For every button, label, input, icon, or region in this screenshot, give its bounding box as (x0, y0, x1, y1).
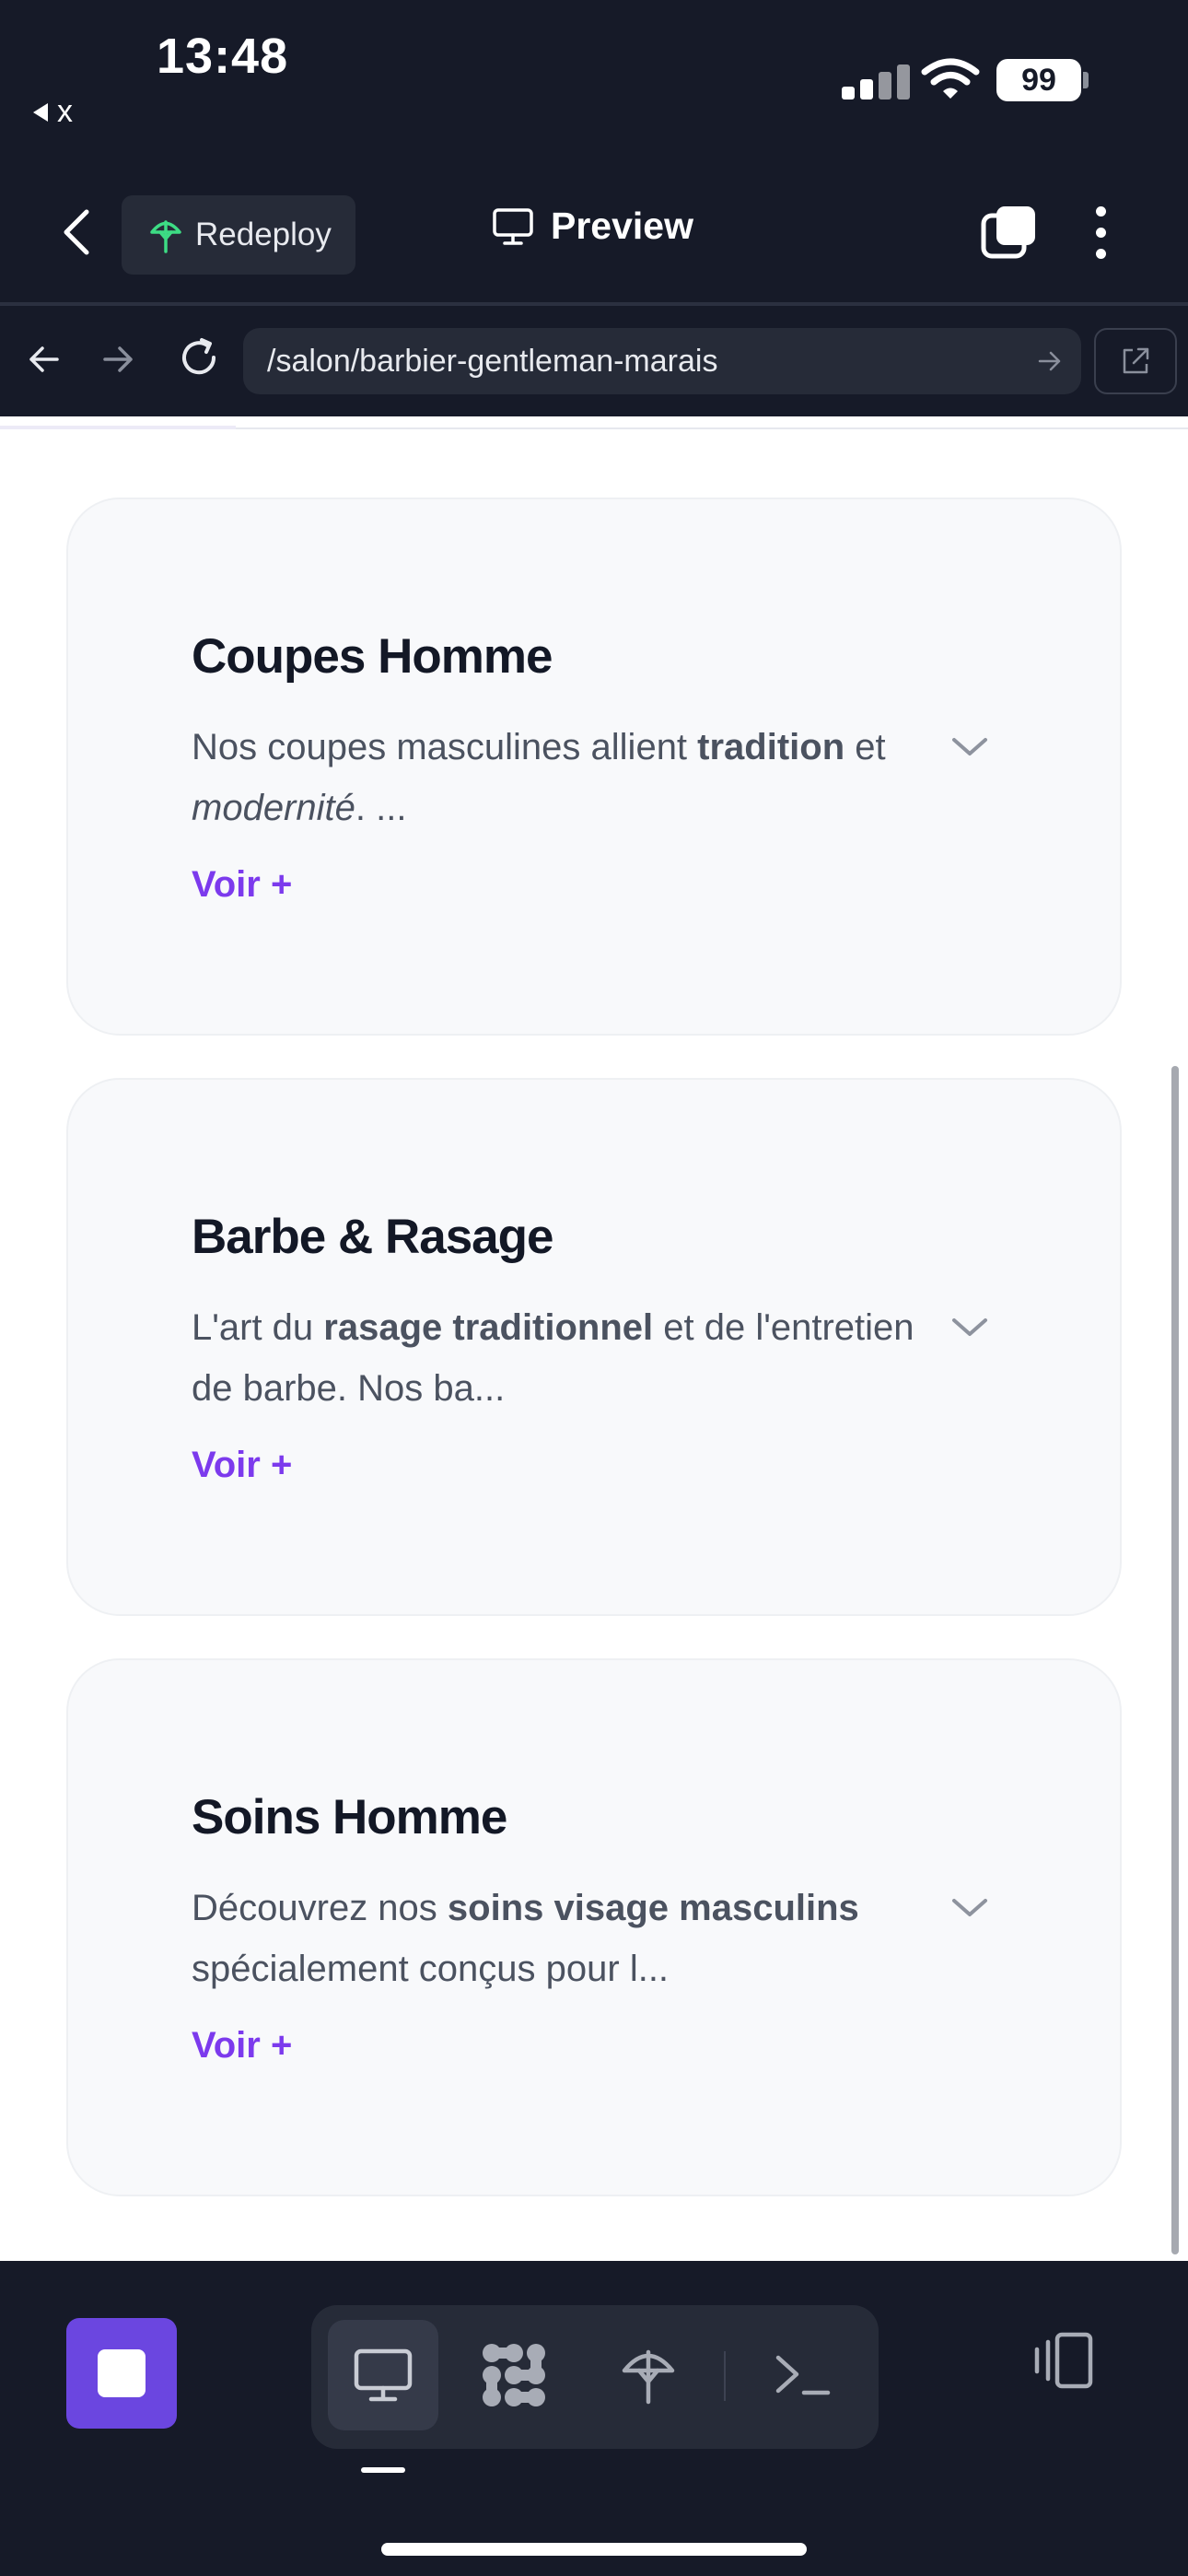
voir-plus-link[interactable]: Voir + (192, 1445, 292, 1486)
layout-toggle-icon[interactable] (1031, 2331, 1098, 2390)
monitor-icon (493, 207, 533, 245)
integrations-tool[interactable] (459, 2320, 569, 2430)
description-normal-text: spécialement conçus pour l... (192, 1949, 670, 1989)
chevron-left-icon[interactable] (61, 208, 92, 256)
external-link-icon (1123, 347, 1149, 374)
description-normal-text: . ... (355, 788, 407, 828)
active-tool-indicator (361, 2467, 405, 2473)
stop-button[interactable] (66, 2318, 177, 2429)
chevron-down-icon[interactable] (950, 1896, 989, 1920)
cellular-signal-icon (842, 64, 910, 100)
voir-plus-link[interactable]: Voir + (192, 864, 292, 906)
terminal-tool[interactable] (748, 2320, 858, 2430)
tabs-icon[interactable] (980, 205, 1037, 262)
deploy-icon (150, 220, 181, 253)
desktop-preview-tool[interactable] (328, 2320, 438, 2430)
open-external-button[interactable] (1094, 328, 1177, 394)
preview-content: Coupes Homme Nos coupes masculines allie… (0, 416, 1188, 2257)
go-arrow-icon[interactable] (1037, 348, 1063, 374)
card-title: Coupes Homme (192, 629, 553, 684)
reload-icon[interactable] (177, 335, 221, 380)
chevron-down-icon[interactable] (950, 1316, 989, 1340)
url-bar[interactable]: /salon/barbier-gentleman-marais (243, 328, 1081, 394)
integrations-icon (483, 2344, 545, 2406)
battery-tip (1083, 72, 1089, 88)
desktop-preview-icon (354, 2348, 413, 2402)
arrow-right-icon[interactable] (99, 341, 136, 378)
description-italic-text: modernité (192, 788, 355, 828)
description-normal-text: et (844, 727, 886, 767)
arrow-left-icon[interactable] (26, 341, 63, 378)
card-title: Barbe & Rasage (192, 1210, 554, 1264)
description-normal-text: Découvrez nos (192, 1888, 448, 1928)
terminal-icon (775, 2355, 831, 2395)
battery-indicator: 99 (996, 59, 1081, 101)
description-bold-text: rasage traditionnel (323, 1307, 654, 1348)
voir-plus-link[interactable]: Voir + (192, 2025, 292, 2067)
card-description: Découvrez nos soins visage masculins spé… (192, 1878, 956, 1999)
back-to-app-label: x (57, 94, 73, 129)
description-normal-text: L'art du (192, 1307, 324, 1348)
service-card-coupes-homme[interactable]: Coupes Homme Nos coupes masculines allie… (66, 498, 1122, 1036)
divider (0, 302, 1188, 306)
description-bold-text: soins visage masculins (447, 1888, 859, 1928)
content-divider-accent (0, 426, 236, 429)
card-description: L'art du rasage traditionnel et de l'ent… (192, 1297, 956, 1419)
wifi-icon (921, 58, 980, 99)
preview-title: Preview (492, 205, 693, 248)
description-bold-text: tradition (697, 727, 845, 767)
stop-icon (98, 2349, 146, 2397)
back-to-app-link[interactable]: x (33, 94, 73, 130)
card-title: Soins Homme (192, 1790, 507, 1844)
top-chrome: 13:48 x 99 Redeploy Preview /salon/barbi… (0, 0, 1188, 416)
card-description: Nos coupes masculines allient tradition … (192, 717, 956, 838)
redeploy-label: Redeploy (195, 217, 332, 252)
more-options-icon[interactable] (1096, 206, 1106, 259)
deploy-icon (622, 2349, 675, 2405)
redeploy-button[interactable]: Redeploy (122, 195, 355, 275)
preview-title-label: Preview (551, 205, 693, 247)
description-normal-text: Nos coupes masculines allient (192, 727, 698, 767)
chevron-down-icon[interactable] (950, 735, 989, 759)
tool-group (311, 2305, 879, 2449)
tool-separator (724, 2351, 726, 2401)
deploy-tool[interactable] (593, 2320, 704, 2430)
url-text: /salon/barbier-gentleman-marais (267, 343, 718, 379)
service-card-barbe-rasage[interactable]: Barbe & Rasage L'art du rasage tradition… (66, 1078, 1122, 1616)
home-indicator (381, 2543, 807, 2556)
bottom-toolbar (0, 2261, 1188, 2576)
back-triangle-icon (33, 102, 48, 122)
status-time: 13:48 (157, 29, 289, 84)
service-card-soins-homme[interactable]: Soins Homme Découvrez nos soins visage m… (66, 1658, 1122, 2196)
scrollbar[interactable] (1171, 1066, 1179, 2254)
